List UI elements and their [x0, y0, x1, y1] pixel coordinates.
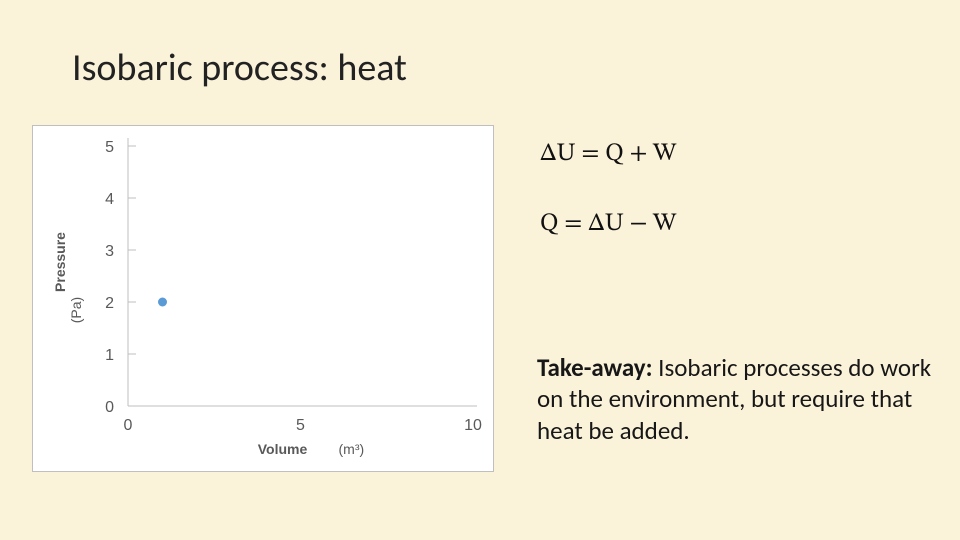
pv-chart: 0 1 2 3 4 5 0 5 10 Pressure(Pa) Volume (m³): [32, 125, 494, 472]
x-axis-unit: (m³): [339, 441, 365, 457]
y-tick-label: 5: [105, 139, 114, 156]
slide: Isobaric process: heat 0 1 2 3 4 5 0 5 10 Pressur…: [0, 0, 960, 540]
data-point: [158, 298, 167, 307]
y-tick-label: 2: [105, 295, 114, 312]
equation-first-law: ΔU = Q + W: [540, 135, 677, 173]
y-tick-label: 0: [105, 399, 114, 416]
y-tick-label: 4: [105, 191, 114, 208]
pv-chart-svg: 0 1 2 3 4 5 0 5 10 Pressure(Pa) Volume (m³): [33, 126, 493, 471]
slide-title: Isobaric process: heat: [72, 45, 407, 91]
equation-q: Q = ΔU − W: [540, 205, 677, 243]
takeaway-label: Take-away:: [537, 352, 653, 383]
x-tick-label: 5: [296, 417, 305, 434]
x-tick-label: 10: [464, 417, 482, 434]
y-axis-title: Pressure: [52, 232, 68, 292]
takeaway-block: Take-away: Isobaric processes do work on…: [537, 352, 937, 446]
y-axis-unit: (Pa): [68, 297, 84, 323]
y-tick-label: 3: [105, 243, 114, 260]
equations-block: ΔU = Q + W Q = ΔU − W: [540, 135, 677, 274]
x-tick-label: 0: [124, 417, 133, 434]
y-tick-label: 1: [105, 347, 114, 364]
x-axis-title: Volume: [258, 441, 308, 457]
